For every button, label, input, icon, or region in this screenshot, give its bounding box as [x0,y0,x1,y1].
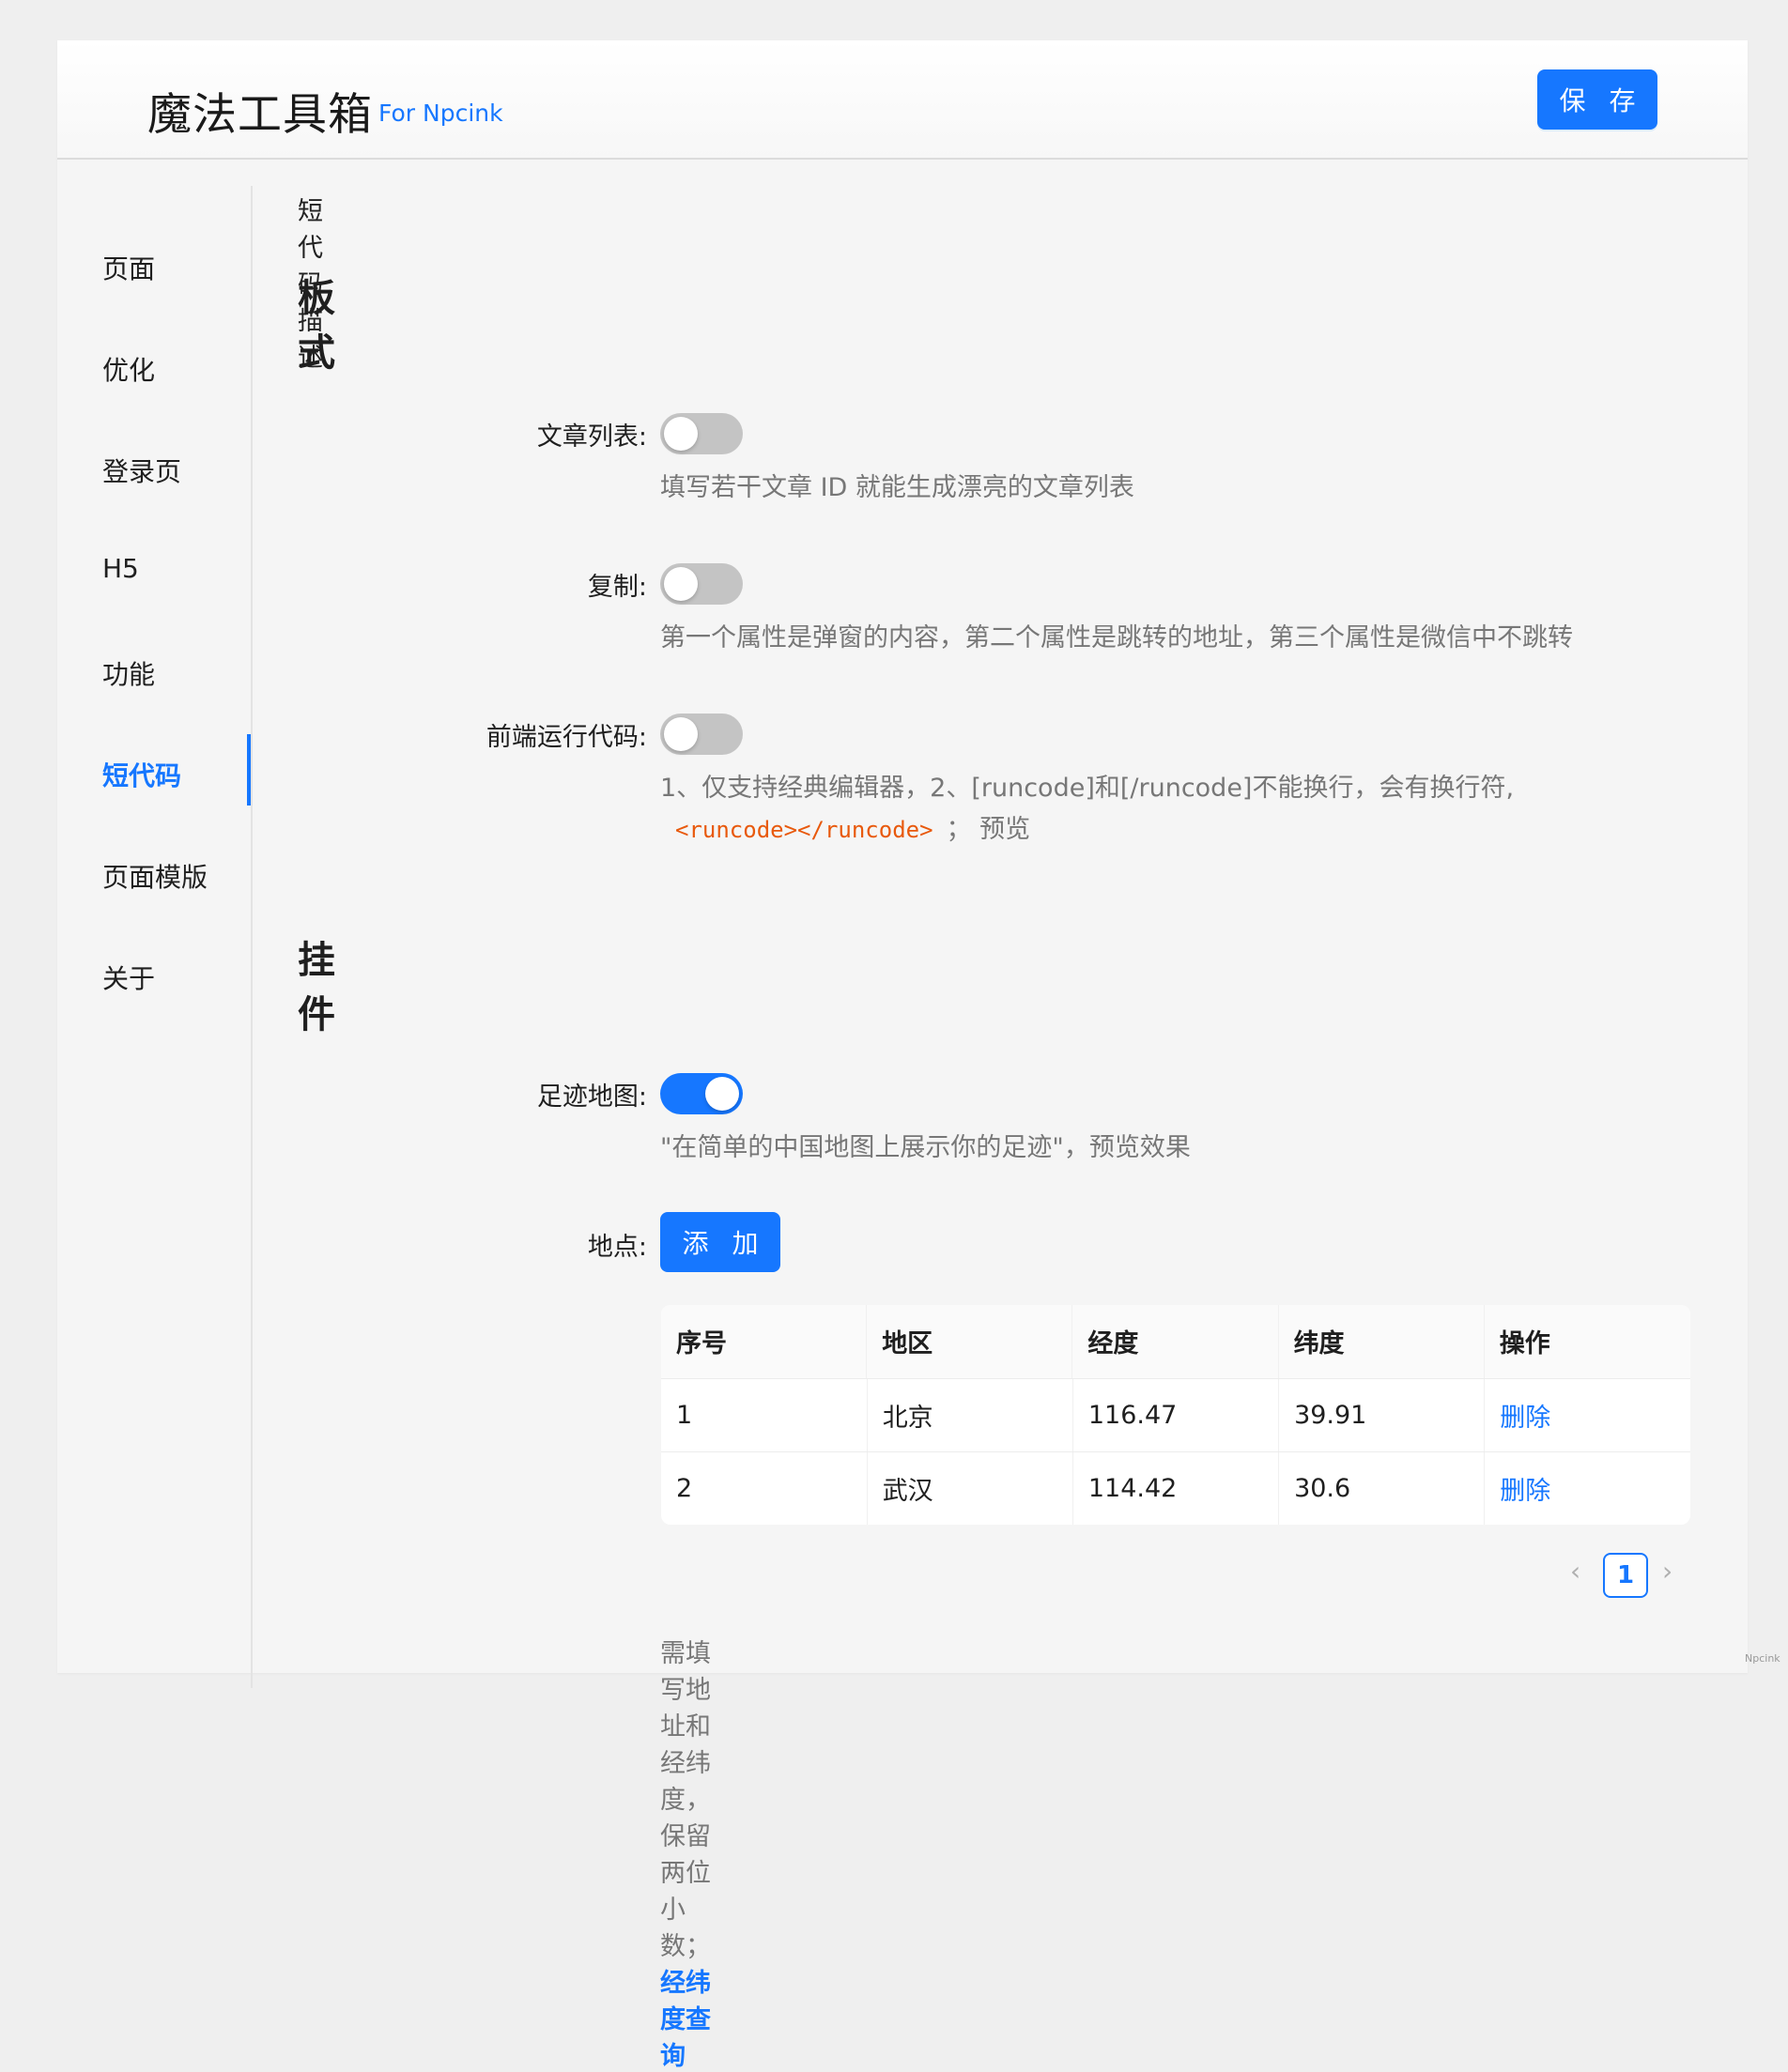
column-header-longitude: 经度 [1072,1305,1279,1379]
copy-switch[interactable] [660,563,743,605]
app-subtitle: For Npcink [378,100,503,127]
article-list-help: 填写若干文章 ID 就能生成漂亮的文章列表 [660,473,1134,502]
switch-knob [664,567,698,601]
places-label: 地点: [587,1233,647,1262]
table-row: 1 北京 116.47 39.91 删除 [661,1378,1690,1452]
sidebar-item-optimize[interactable]: 优化 [102,350,155,388]
settings-card: 魔法工具箱 For Npcink 保 存 页面 优化 登录页 H5 功能 短代码… [57,40,1748,2071]
cell-latitude: 39.91 [1278,1378,1486,1452]
delete-link[interactable]: 删除 [1500,1404,1550,1433]
column-header-index: 序号 [661,1305,868,1379]
watermark: Npcink [1745,1652,1780,1665]
cell-action: 删除 [1485,1451,1690,1525]
pagination-prev-icon[interactable]: ‹ [1570,1556,1580,1587]
pagination-next-icon[interactable]: › [1662,1556,1672,1587]
sidebar-item-page-template[interactable]: 页面模版 [102,857,208,895]
sidebar-item-h5[interactable]: H5 [102,553,139,584]
switch-knob [664,417,698,451]
copy-help: 第一个属性是弹窗的内容，第二个属性是跳转的地址，第三个属性是微信中不跳转 [660,623,1573,652]
footer-note-text: 需填写地址和经纬度，保留两位小数； [660,1639,711,1961]
cell-region: 武汉 [867,1451,1073,1525]
table-header-row: 序号 地区 经度 纬度 操作 [661,1305,1690,1379]
article-list-switch[interactable] [660,413,743,454]
runcode-help-line1: 1、仅支持经典编辑器，2、[runcode]和[/runcode]不能换行，会有… [660,774,1515,803]
runcode-code-sample: <runcode></runcode> [675,817,933,843]
sidebar-item-page[interactable]: 页面 [102,249,155,286]
sidebar-item-features[interactable]: 功能 [102,654,155,692]
section-title-widgets: 挂件 [298,939,335,1036]
footprint-map-label: 足迹地图: [536,1082,647,1112]
section-title-layout: 板式 [298,277,335,375]
save-button[interactable]: 保 存 [1537,69,1657,130]
column-header-latitude: 纬度 [1278,1305,1485,1379]
sidebar-item-about[interactable]: 关于 [102,959,155,996]
article-list-label: 文章列表: [536,422,647,452]
cell-action: 删除 [1484,1378,1690,1452]
footer-note: 需填写地址和经纬度，保留两位小数； 经纬度查询 [660,1633,711,2072]
runcode-switch[interactable] [660,714,743,755]
cell-longitude: 114.42 [1072,1451,1280,1525]
column-header-action: 操作 [1484,1305,1690,1379]
cell-index: 1 [661,1378,868,1452]
runcode-help-line2: <runcode></runcode> ； 预览 [660,808,1030,845]
runcode-label: 前端运行代码: [486,723,647,752]
sidebar-item-shortcode[interactable]: 短代码 [102,756,181,793]
footprint-map-help: "在简单的中国地图上展示你的足迹"，预览效果 [660,1133,1191,1162]
places-table: 序号 地区 经度 纬度 操作 1 北京 116.47 39.91 删除 2 武汉… [661,1305,1690,1525]
latlng-query-link[interactable]: 经纬度查询 [660,1969,711,2071]
switch-knob [705,1077,739,1111]
cell-index: 2 [661,1451,868,1525]
header: 魔法工具箱 For Npcink 保 存 [57,40,1748,160]
cell-region: 北京 [867,1378,1073,1452]
footprint-map-switch[interactable] [660,1073,743,1114]
cell-latitude: 30.6 [1278,1451,1486,1525]
runcode-separator: ； [946,815,972,844]
sidebar-item-login[interactable]: 登录页 [102,452,181,489]
add-place-button[interactable]: 添 加 [660,1212,780,1272]
active-nav-indicator [247,734,251,806]
runcode-preview-text: 预览 [979,815,1031,844]
column-header-region: 地区 [867,1305,1073,1379]
delete-link[interactable]: 删除 [1500,1477,1550,1506]
app-title: 魔法工具箱 [147,89,373,141]
sidebar: 页面 优化 登录页 H5 功能 短代码 页面模版 关于 [57,186,253,1688]
table-row: 2 武汉 114.42 30.6 删除 [661,1451,1690,1525]
cell-longitude: 116.47 [1072,1378,1280,1452]
copy-label: 复制: [587,573,647,602]
switch-knob [664,717,698,751]
pagination-page-1[interactable]: 1 [1603,1553,1648,1598]
